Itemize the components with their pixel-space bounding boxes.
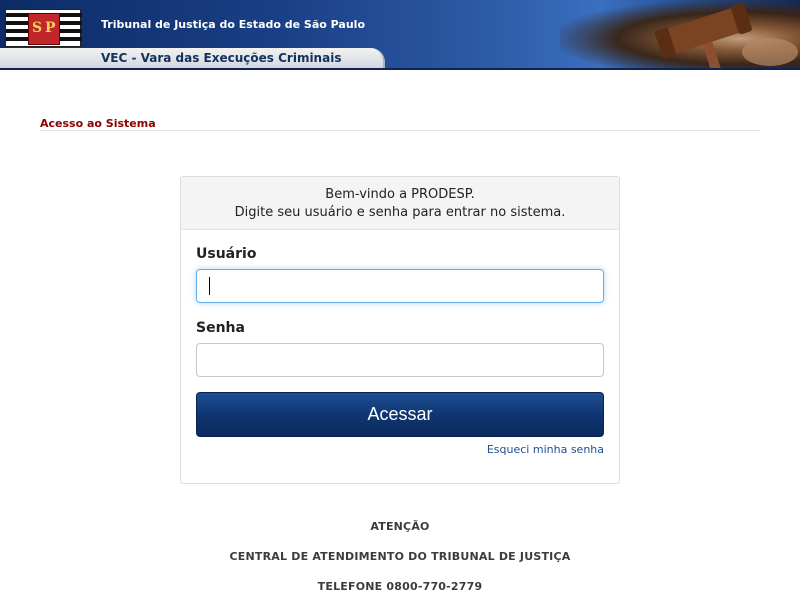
welcome-line-1: Bem-vindo a PRODESP. bbox=[325, 187, 475, 202]
notice-heading: ATENÇÃO bbox=[370, 520, 430, 533]
banner-divider bbox=[0, 68, 800, 70]
text-cursor bbox=[209, 277, 210, 295]
access-button[interactable]: Acessar bbox=[196, 392, 604, 437]
login-panel: Bem-vindo a PRODESP. Digite seu usuário … bbox=[180, 176, 620, 484]
login-panel-header: Bem-vindo a PRODESP. Digite seu usuário … bbox=[181, 177, 619, 230]
sp-coat-of-arms-icon: S P bbox=[5, 9, 82, 47]
section-divider bbox=[40, 130, 760, 131]
logo-letter-s: S bbox=[32, 20, 43, 36]
notice-phone: TELEFONE 0800-770-2779 bbox=[317, 580, 483, 593]
password-label: Senha bbox=[196, 320, 245, 336]
court-name: Tribunal de Justiça do Estado de São Pau… bbox=[101, 18, 365, 31]
notice-support-center: CENTRAL DE ATENDIMENTO DO TRIBUNAL DE JU… bbox=[229, 550, 571, 563]
section-title: Acesso ao Sistema bbox=[40, 117, 156, 130]
logo-letter-p: P bbox=[45, 20, 56, 36]
welcome-line-2: Digite seu usuário e senha para entrar n… bbox=[234, 205, 566, 220]
system-title: VEC - Vara das Execuções Criminais bbox=[101, 51, 342, 65]
username-input[interactable] bbox=[196, 269, 604, 303]
logo-shield: S P bbox=[28, 13, 60, 45]
forgot-password-link[interactable]: Esqueci minha senha bbox=[487, 443, 604, 456]
password-input[interactable] bbox=[196, 343, 604, 377]
username-label: Usuário bbox=[196, 246, 257, 262]
gavel-icon bbox=[654, 2, 798, 70]
